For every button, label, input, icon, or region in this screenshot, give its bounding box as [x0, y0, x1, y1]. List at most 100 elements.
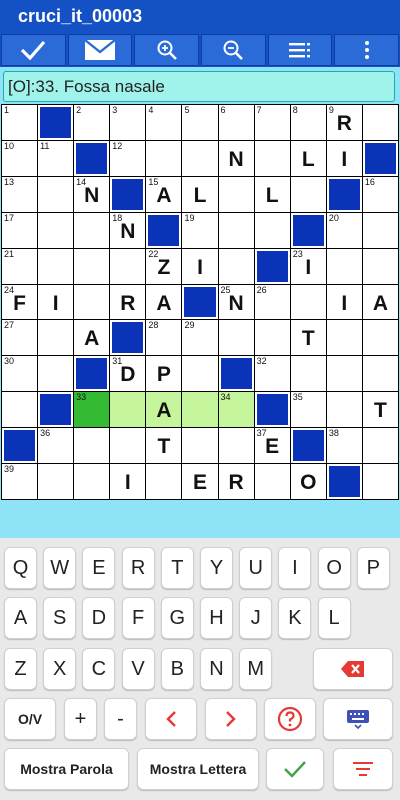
- grid-cell[interactable]: [326, 392, 362, 428]
- grid-cell[interactable]: N: [218, 140, 254, 176]
- confirm-key[interactable]: [266, 748, 324, 790]
- grid-cell[interactable]: [254, 320, 290, 356]
- increase-key[interactable]: +: [64, 698, 97, 740]
- mail-button[interactable]: [67, 34, 133, 66]
- grid-cell[interactable]: A: [146, 284, 182, 320]
- grid-cell[interactable]: [326, 356, 362, 392]
- grid-cell[interactable]: 30: [2, 356, 38, 392]
- grid-cell[interactable]: [146, 140, 182, 176]
- key-g[interactable]: G: [160, 597, 194, 639]
- grid-cell[interactable]: 25 N: [218, 284, 254, 320]
- grid-cell[interactable]: 1: [2, 105, 38, 140]
- grid-cell[interactable]: 36: [38, 428, 74, 464]
- show-word-button[interactable]: Mostra Parola: [4, 748, 129, 790]
- keyboard-toggle-key[interactable]: [323, 698, 393, 740]
- grid-cell[interactable]: [362, 212, 398, 248]
- grid-cell[interactable]: 35: [290, 392, 326, 428]
- grid-cell[interactable]: [362, 320, 398, 356]
- grid-cell[interactable]: [38, 176, 74, 212]
- grid-cell[interactable]: E: [182, 464, 218, 499]
- zoom-out-button[interactable]: [201, 34, 266, 66]
- grid-cell[interactable]: [182, 392, 218, 428]
- grid-cell[interactable]: 38: [326, 428, 362, 464]
- grid-cell[interactable]: [362, 464, 398, 499]
- grid-cell[interactable]: A: [146, 392, 182, 428]
- grid-cell[interactable]: [218, 320, 254, 356]
- grid-cell[interactable]: L: [254, 176, 290, 212]
- grid-cell[interactable]: [362, 428, 398, 464]
- key-d[interactable]: D: [82, 597, 116, 639]
- grid-cell[interactable]: 20: [326, 212, 362, 248]
- grid-cell[interactable]: O: [290, 464, 326, 499]
- grid-cell[interactable]: R: [218, 464, 254, 499]
- grid-cell[interactable]: 27: [2, 320, 38, 356]
- grid-cell[interactable]: [110, 248, 146, 284]
- previous-key[interactable]: [145, 698, 197, 740]
- key-a[interactable]: A: [4, 597, 37, 639]
- grid-cell[interactable]: [218, 212, 254, 248]
- key-y[interactable]: Y: [200, 547, 233, 589]
- grid-cell[interactable]: 11: [38, 140, 74, 176]
- grid-cell[interactable]: L: [182, 176, 218, 212]
- grid-cell[interactable]: 7: [254, 105, 290, 140]
- next-key[interactable]: [205, 698, 257, 740]
- key-t[interactable]: T: [160, 547, 194, 589]
- key-b[interactable]: B: [160, 648, 194, 690]
- grid-cell[interactable]: [38, 356, 74, 392]
- grid-cell[interactable]: [74, 212, 110, 248]
- grid-cell[interactable]: [182, 356, 218, 392]
- grid-cell[interactable]: [38, 320, 74, 356]
- grid-cell[interactable]: L: [290, 140, 326, 176]
- grid-cell[interactable]: 31 D: [110, 356, 146, 392]
- key-c[interactable]: C: [82, 648, 116, 690]
- grid-cell[interactable]: [38, 248, 74, 284]
- grid-cell[interactable]: 22 Z: [146, 248, 182, 284]
- grid-cell[interactable]: [290, 284, 326, 320]
- grid-cell[interactable]: [74, 464, 110, 499]
- key-o[interactable]: O: [317, 547, 351, 589]
- key-h[interactable]: H: [200, 597, 233, 639]
- key-k[interactable]: K: [278, 597, 312, 639]
- grid-cell[interactable]: 29: [182, 320, 218, 356]
- grid-cell[interactable]: [110, 392, 146, 428]
- grid-cell[interactable]: [110, 428, 146, 464]
- key-p[interactable]: P: [356, 547, 390, 589]
- grid-cell[interactable]: T: [290, 320, 326, 356]
- key-l[interactable]: L: [317, 597, 351, 639]
- grid-cell[interactable]: [254, 212, 290, 248]
- grid-cell[interactable]: 9R: [326, 105, 362, 140]
- grid-cell[interactable]: 37 E: [254, 428, 290, 464]
- grid-cell[interactable]: [326, 320, 362, 356]
- grid-cell[interactable]: 34: [218, 392, 254, 428]
- grid-cell[interactable]: 21: [2, 248, 38, 284]
- grid-cell[interactable]: 3: [110, 105, 146, 140]
- grid-cell[interactable]: [74, 428, 110, 464]
- grid-cell[interactable]: [362, 356, 398, 392]
- grid-cell[interactable]: 5: [182, 105, 218, 140]
- grid-cell[interactable]: I: [326, 284, 362, 320]
- grid-cell[interactable]: 6: [218, 105, 254, 140]
- zoom-in-button[interactable]: [134, 34, 200, 66]
- grid-cell[interactable]: 33: [74, 392, 110, 428]
- grid-cell[interactable]: [182, 428, 218, 464]
- grid-cell[interactable]: I: [326, 140, 362, 176]
- grid-cell[interactable]: 4: [146, 105, 182, 140]
- key-e[interactable]: E: [82, 547, 116, 589]
- grid-cell[interactable]: [146, 464, 182, 499]
- grid-cell[interactable]: 39: [2, 464, 38, 499]
- grid-cell[interactable]: [290, 176, 326, 212]
- more-button[interactable]: [334, 34, 400, 66]
- key-x[interactable]: X: [43, 648, 77, 690]
- grid-cell[interactable]: [74, 248, 110, 284]
- grid-cell[interactable]: 2: [74, 105, 110, 140]
- grid-cell[interactable]: [38, 464, 74, 499]
- grid-cell[interactable]: 24 F: [2, 284, 38, 320]
- grid-cell[interactable]: [362, 105, 398, 140]
- grid-cell[interactable]: [38, 212, 74, 248]
- grid-cell[interactable]: [362, 248, 398, 284]
- key-s[interactable]: S: [43, 597, 77, 639]
- grid-cell[interactable]: R: [110, 284, 146, 320]
- grid-cell[interactable]: [74, 284, 110, 320]
- grid-cell[interactable]: [218, 176, 254, 212]
- grid-cell[interactable]: 14 N: [74, 176, 110, 212]
